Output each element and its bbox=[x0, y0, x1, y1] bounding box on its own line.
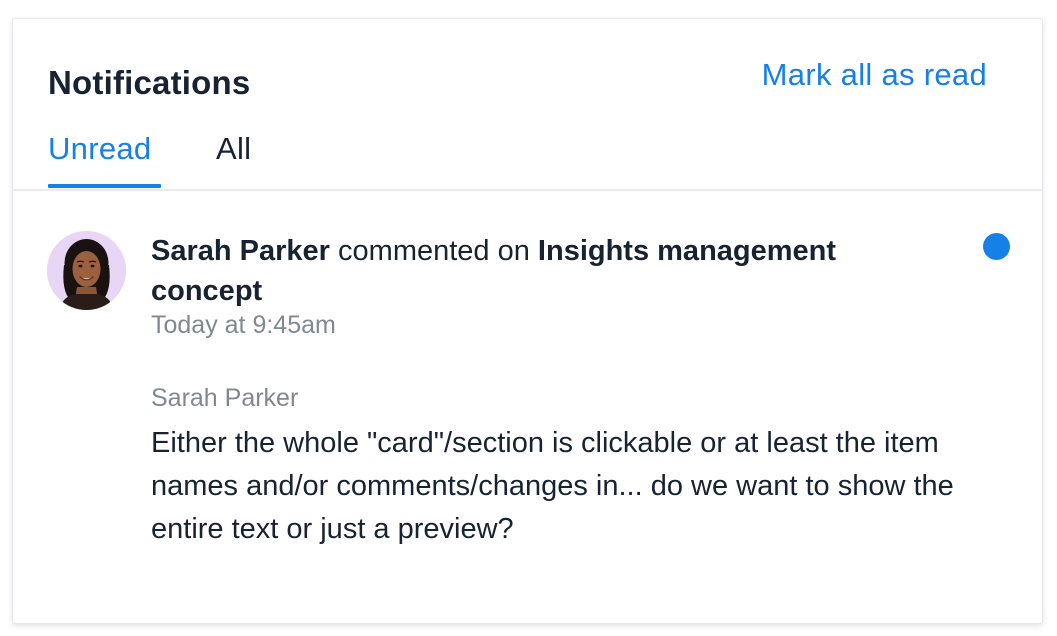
user-avatar-photo-icon bbox=[47, 231, 126, 310]
notification-item[interactable]: Sarah Parker commented on Insights manag… bbox=[13, 191, 1042, 623]
user-avatar bbox=[47, 231, 126, 310]
actor-name[interactable]: Sarah Parker bbox=[151, 235, 330, 267]
panel-title: Notifications bbox=[48, 64, 251, 101]
notifications-header: Notifications Mark all as read Unread Al… bbox=[13, 19, 1042, 191]
mark-all-as-read-link[interactable]: Mark all as read bbox=[762, 57, 987, 93]
comment-preview: Either the whole "card"/section is click… bbox=[151, 427, 954, 545]
tab-all[interactable]: All bbox=[216, 131, 251, 167]
action-text: commented on bbox=[338, 235, 530, 267]
notification-timestamp: Today at 9:45am bbox=[151, 311, 336, 339]
notification-headline: Sarah Parker commented on Insights manag… bbox=[151, 231, 951, 311]
unread-indicator[interactable] bbox=[983, 233, 1010, 260]
tab-unread[interactable]: Unread bbox=[48, 131, 151, 167]
active-tab-indicator bbox=[48, 184, 161, 188]
notifications-panel: Notifications Mark all as read Unread Al… bbox=[12, 18, 1043, 624]
comment-author: Sarah Parker bbox=[151, 384, 299, 412]
